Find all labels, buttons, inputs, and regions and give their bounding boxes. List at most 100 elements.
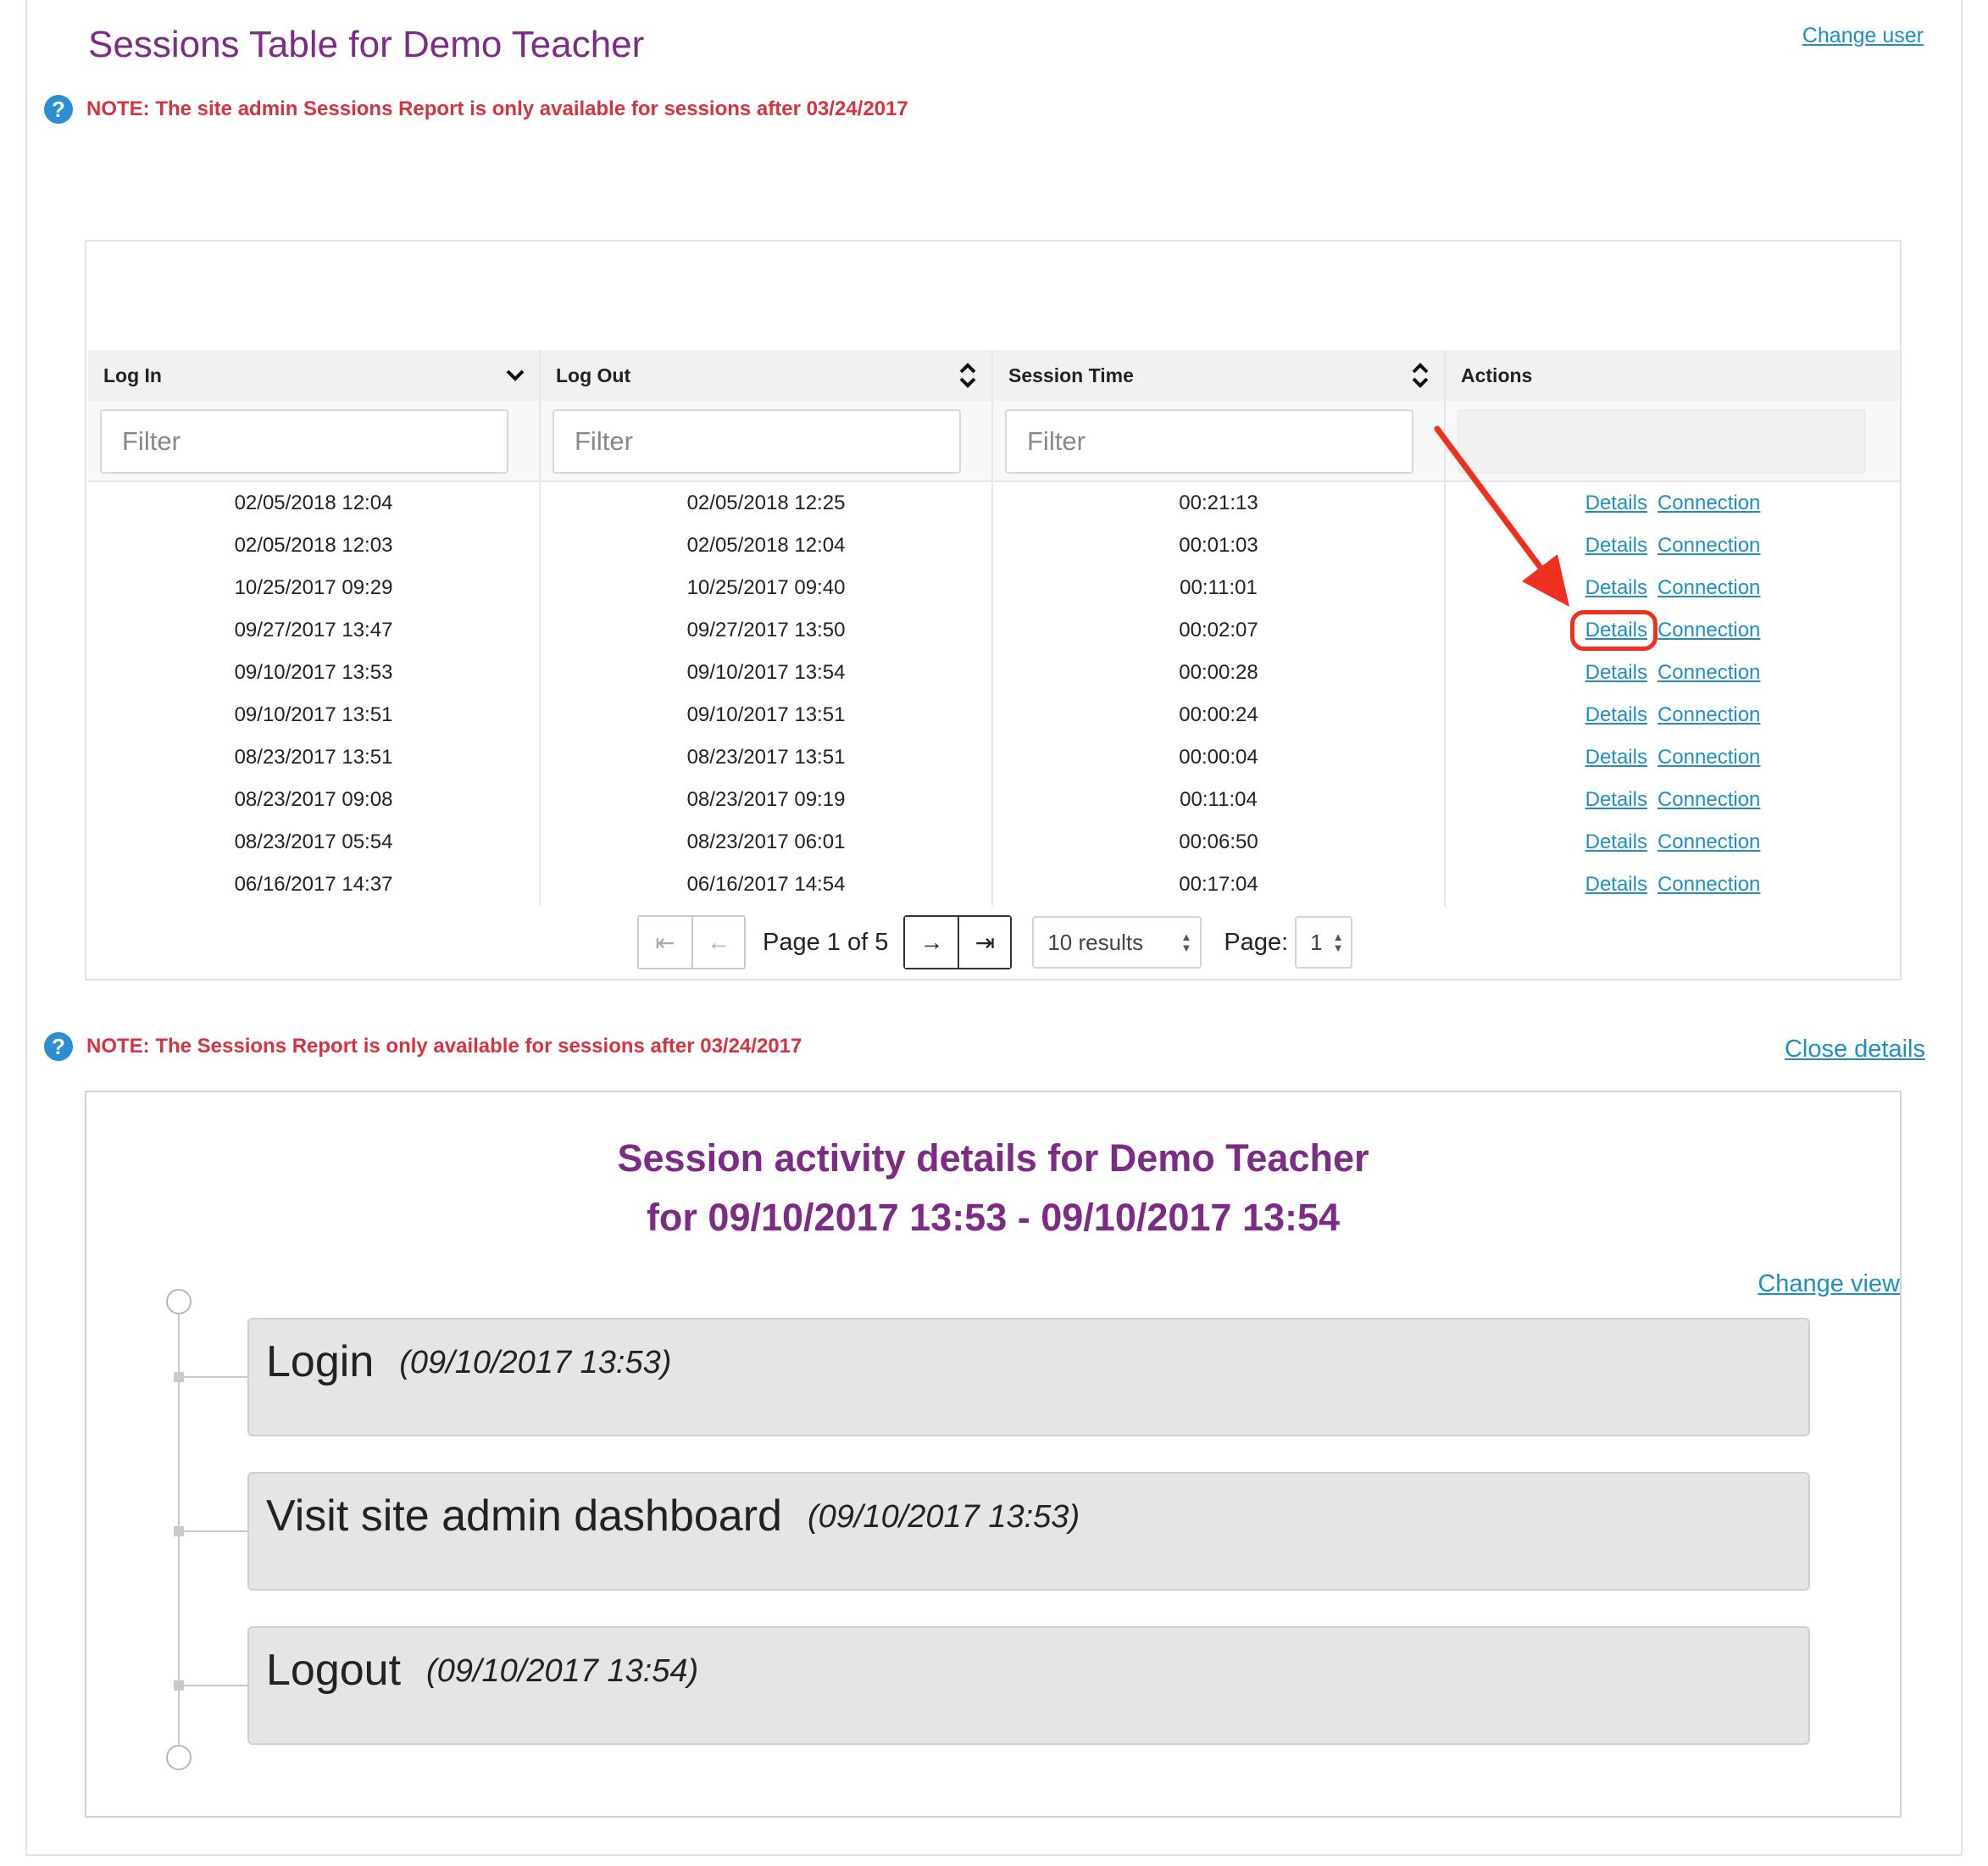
actions-cell: Details Connection: [1446, 694, 1900, 736]
pagination: ⇤ ← Page 1 of 5 → ⇥ 10 results ▲ ▼ Page: …: [637, 915, 1353, 969]
sort-both-icon[interactable]: [1408, 361, 1432, 390]
sort-desc-icon[interactable]: [503, 361, 527, 390]
details-link[interactable]: Details: [1585, 534, 1647, 558]
sessions-table-panel: Log In Log Out Session Time Actions Filt…: [85, 240, 1902, 980]
log-out-cell: 08/23/2017 13:51: [686, 746, 846, 769]
log-in-cell: 02/05/2018 12:03: [234, 534, 393, 557]
help-icon[interactable]: ?: [44, 95, 73, 124]
timeline-end-circle: [166, 1745, 192, 1770]
actions-cell: Details Connection: [1446, 652, 1900, 694]
filter-row: [88, 401, 1900, 482]
sessions-report-note-text: NOTE: The Sessions Report is only availa…: [86, 1035, 802, 1058]
details-title: Session activity details for Demo Teache…: [617, 1136, 1369, 1180]
details-link-highlighted[interactable]: Details: [1569, 610, 1658, 651]
log-in-cell: 08/23/2017 09:08: [234, 788, 393, 811]
details-link[interactable]: Details: [1585, 491, 1647, 515]
connection-link[interactable]: Connection: [1658, 788, 1760, 812]
timeline-connector: [180, 1530, 247, 1532]
select-arrows-icon: ▲ ▼: [1332, 930, 1344, 954]
log-in-cell: 09/27/2017 13:47: [234, 619, 393, 641]
event-name: Visit site admin dashboard: [266, 1491, 782, 1541]
event-time: (09/10/2017 13:54): [426, 1653, 699, 1689]
details-link[interactable]: Details: [1585, 661, 1647, 685]
details-link[interactable]: Details: [1585, 873, 1647, 897]
connection-link[interactable]: Connection: [1658, 746, 1760, 769]
select-arrows-icon: ▲ ▼: [1180, 930, 1192, 954]
session-time-cell: 00:00:24: [1179, 703, 1258, 726]
event-time: (09/10/2017 13:53): [807, 1499, 1080, 1535]
log-in-cell: 08/23/2017 05:54: [234, 830, 393, 853]
details-link[interactable]: Details: [1585, 746, 1647, 769]
timeline-event: Visit site admin dashboard (09/10/2017 1…: [247, 1472, 1810, 1591]
log-out-cell: 08/23/2017 06:01: [686, 830, 846, 853]
actions-cell: Details Connection: [1446, 779, 1900, 821]
connection-link[interactable]: Connection: [1658, 534, 1760, 558]
log-out-cell: 08/23/2017 09:19: [686, 788, 846, 811]
last-page-button[interactable]: ⇥: [958, 917, 1011, 968]
session-time-cell: 00:00:04: [1179, 746, 1258, 769]
details-link[interactable]: Details: [1585, 830, 1647, 854]
page-number-select[interactable]: 1 ▲ ▼: [1295, 916, 1353, 969]
column-header-session-time[interactable]: Session Time: [993, 350, 1446, 401]
timeline-event: Logout (09/10/2017 13:54): [247, 1626, 1810, 1745]
log-in-cell: 10/25/2017 09:29: [234, 576, 393, 599]
change-view-link[interactable]: Change view: [1758, 1270, 1900, 1298]
column-header-actions: Actions: [1446, 350, 1900, 401]
log-out-cell: 02/05/2018 12:25: [686, 491, 846, 514]
filter-cell: [88, 401, 541, 482]
log-in-column: 02/05/2018 12:04 02/05/2018 12:03 10/25/…: [88, 482, 541, 906]
timeline-start-circle: [166, 1289, 192, 1314]
help-icon[interactable]: ?: [44, 1032, 73, 1061]
pager-forward-group: → ⇥: [903, 915, 1013, 969]
connection-link[interactable]: Connection: [1658, 830, 1760, 854]
session-time-cell: 00:02:07: [1179, 619, 1258, 641]
first-page-button[interactable]: ⇤: [639, 917, 691, 968]
log-out-cell: 09/27/2017 13:50: [686, 619, 846, 641]
connection-link[interactable]: Connection: [1658, 576, 1760, 600]
red-arrow-annotation: [1434, 425, 1569, 607]
details-link[interactable]: Details: [1585, 576, 1647, 600]
log-out-filter-input[interactable]: [553, 409, 961, 474]
timeline-connector: [180, 1376, 247, 1378]
log-out-cell: 06/16/2017 14:54: [686, 873, 846, 896]
log-out-cell: 10/25/2017 09:40: [686, 576, 846, 599]
log-in-cell: 09/10/2017 13:53: [234, 661, 393, 684]
log-in-filter-input[interactable]: [100, 409, 508, 474]
column-header-log-in[interactable]: Log In: [88, 350, 541, 401]
column-header-label: Actions: [1461, 364, 1533, 386]
session-time-cell: 00:01:03: [1179, 534, 1258, 557]
details-link[interactable]: Details: [1585, 788, 1647, 812]
page-info: Page 1 of 5: [763, 928, 889, 956]
column-header-label: Log In: [103, 364, 162, 386]
next-page-button[interactable]: →: [905, 917, 958, 968]
session-time-column: 00:21:13 00:01:03 00:11:01 00:02:07 00:0…: [993, 482, 1446, 906]
session-time-cell: 00:11:01: [1180, 576, 1258, 599]
results-per-page-value: 10 results: [1047, 929, 1144, 955]
sort-both-icon[interactable]: [956, 361, 980, 390]
details-link[interactable]: Details: [1585, 703, 1647, 727]
admin-report-note: ? NOTE: The site admin Sessions Report i…: [44, 95, 908, 124]
close-details-link[interactable]: Close details: [1785, 1036, 1925, 1064]
connection-link[interactable]: Connection: [1658, 619, 1760, 642]
table-header: Log In Log Out Session Time Actions: [88, 350, 1900, 401]
session-time-filter-input[interactable]: [1005, 409, 1413, 474]
page-label: Page:: [1224, 928, 1289, 956]
connection-link[interactable]: Connection: [1658, 491, 1760, 515]
column-header-log-out[interactable]: Log Out: [541, 350, 993, 401]
connection-link[interactable]: Connection: [1658, 661, 1760, 685]
session-time-cell: 00:17:04: [1179, 873, 1258, 896]
connection-link[interactable]: Connection: [1658, 703, 1760, 727]
log-out-cell: 09/10/2017 13:54: [686, 661, 846, 684]
results-per-page-select[interactable]: 10 results ▲ ▼: [1032, 916, 1202, 969]
previous-page-button[interactable]: ←: [691, 917, 744, 968]
log-out-cell: 02/05/2018 12:04: [686, 534, 846, 557]
connection-link[interactable]: Connection: [1658, 873, 1760, 897]
log-in-cell: 09/10/2017 13:51: [234, 703, 393, 726]
event-name: Login: [266, 1337, 375, 1386]
session-time-cell: 00:11:04: [1180, 788, 1258, 811]
filter-cell: [993, 401, 1446, 482]
session-time-cell: 00:21:13: [1179, 491, 1258, 514]
page-number-value: 1: [1310, 929, 1323, 955]
change-user-link[interactable]: Change user: [1802, 24, 1924, 48]
admin-report-note-text: NOTE: The site admin Sessions Report is …: [86, 97, 908, 120]
